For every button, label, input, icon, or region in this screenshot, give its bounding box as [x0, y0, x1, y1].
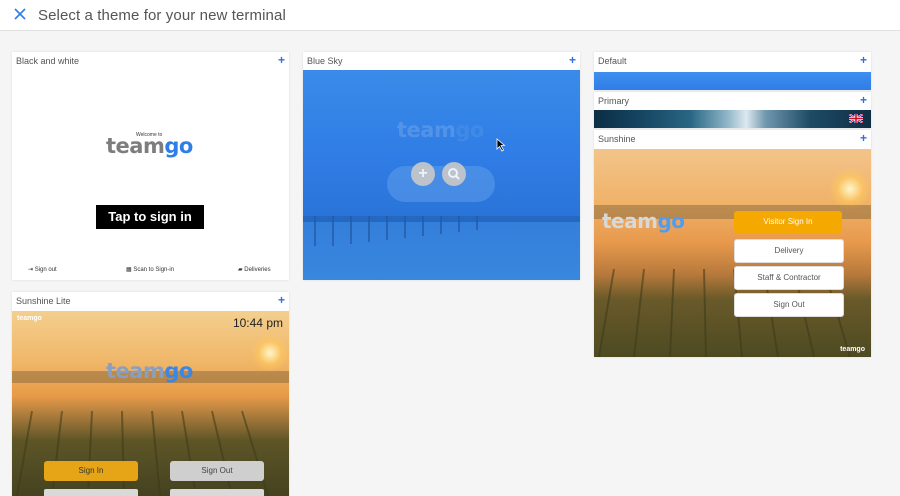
teamgo-logo: teamgo [106, 134, 193, 158]
sign-out-button[interactable]: Sign Out [734, 293, 844, 317]
visitor-sign-in-button[interactable]: Visitor Sign In [734, 211, 842, 233]
plus-icon[interactable]: + [278, 293, 285, 307]
top-bar: Select a theme for your new terminal [0, 0, 900, 31]
theme-preview: teamgo + [303, 70, 580, 280]
theme-preview: Welcome to teamgo Tap to sign in ⇥ Sign … [12, 70, 289, 280]
theme-label: Sunshine [598, 134, 636, 144]
corner-logo: teamgo [17, 315, 42, 322]
theme-label: Primary [598, 96, 629, 106]
extra-button-row [170, 489, 264, 496]
corner-logo: teamgo [840, 346, 865, 353]
teamgo-logo: teamgo [397, 118, 484, 142]
footer-scan-to-sign-in[interactable]: ▦ Scan to Sign-in [126, 266, 174, 273]
theme-preview [594, 110, 871, 128]
theme-label: Sunshine Lite [16, 296, 71, 306]
theme-label: Default [598, 56, 627, 66]
clock-time: 10:44 pm [232, 316, 283, 330]
plus-icon[interactable]: + [860, 53, 867, 67]
plus-icon[interactable]: + [860, 93, 867, 107]
sign-in-pill [387, 166, 495, 202]
staff-contractor-button[interactable]: Staff & Contractor [734, 266, 844, 290]
delivery-button[interactable]: Delivery [734, 239, 844, 263]
theme-preview: teamgo 10:44 pm teamgo Sign In Sign Out [12, 311, 289, 496]
plus-icon[interactable]: + [860, 131, 867, 145]
theme-card-default[interactable]: Default + [594, 52, 871, 90]
theme-label: Black and white [16, 56, 80, 66]
extra-button-row [44, 489, 138, 496]
search-icon[interactable] [442, 162, 466, 186]
teamgo-logo: teamgo [602, 209, 685, 233]
sign-out-button[interactable]: Sign Out [170, 461, 264, 481]
plus-icon[interactable]: + [569, 53, 576, 67]
theme-card-blue-sky[interactable]: Blue Sky + teamgo + [303, 52, 580, 280]
plus-icon[interactable]: + [278, 53, 285, 67]
theme-card-sunshine[interactable]: Sunshine + teamgo Visitor Sign In Delive… [594, 130, 871, 357]
theme-preview [594, 72, 871, 90]
tap-to-sign-in-button[interactable]: Tap to sign in [96, 205, 204, 229]
theme-label: Blue Sky [307, 56, 343, 66]
add-icon[interactable]: + [411, 162, 435, 186]
teamgo-logo: teamgo [106, 359, 193, 383]
theme-preview: teamgo Visitor Sign In Delivery Staff & … [594, 149, 871, 357]
close-icon[interactable] [12, 6, 28, 22]
theme-card-black-and-white[interactable]: Black and white + Welcome to teamgo Tap … [12, 52, 289, 280]
page-title: Select a theme for your new terminal [38, 7, 286, 24]
footer-sign-out[interactable]: ⇥ Sign out [28, 266, 57, 273]
theme-card-sunshine-lite[interactable]: Sunshine Lite + teamgo 10:44 pm teamgo S… [12, 292, 289, 496]
uk-flag-icon[interactable] [849, 114, 863, 123]
footer-deliveries[interactable]: ▰ Deliveries [238, 266, 271, 273]
cursor-icon [496, 138, 506, 152]
sign-in-button[interactable]: Sign In [44, 461, 138, 481]
theme-card-primary[interactable]: Primary + [594, 92, 871, 128]
